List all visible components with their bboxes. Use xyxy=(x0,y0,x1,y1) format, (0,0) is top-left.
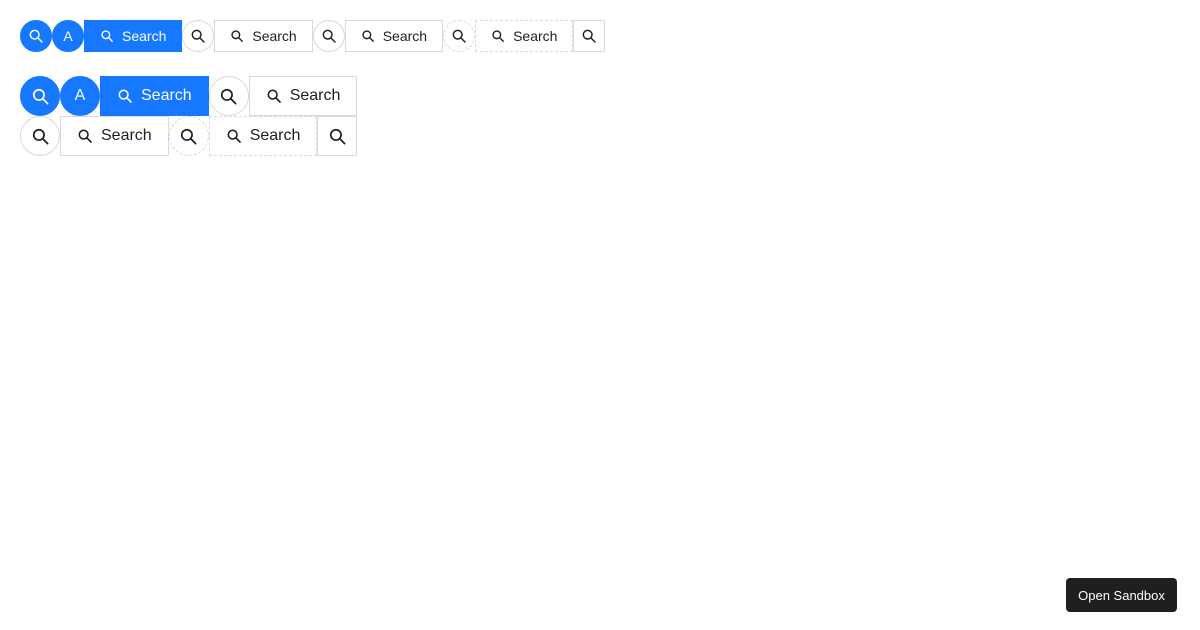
button-demo-canvas: A Search Search Search Search A Search S… xyxy=(0,0,1200,630)
primary-circle-letter-button[interactable]: A xyxy=(52,20,84,52)
primary-circle-search-button[interactable] xyxy=(20,20,52,52)
search-icon xyxy=(328,127,347,146)
search-icon xyxy=(361,29,375,43)
search-icon xyxy=(190,28,206,44)
default-search-button-large-2[interactable]: Search xyxy=(60,116,169,156)
button-label: Search xyxy=(141,87,192,104)
button-label: Search xyxy=(382,28,428,44)
search-icon xyxy=(179,127,198,146)
search-icon xyxy=(77,128,93,144)
search-icon xyxy=(230,29,244,43)
primary-circle-letter-button-large[interactable]: A xyxy=(60,76,100,116)
default-circle-search-button-2[interactable] xyxy=(312,20,345,52)
button-label: Search xyxy=(249,127,301,144)
square-search-button-large[interactable] xyxy=(317,116,358,156)
button-letter: A xyxy=(74,87,86,104)
search-icon xyxy=(31,87,50,106)
primary-search-button-large[interactable]: Search xyxy=(100,76,209,116)
search-icon xyxy=(266,88,282,104)
search-icon xyxy=(117,88,133,104)
search-icon xyxy=(491,29,505,43)
default-circle-search-button-large-2[interactable] xyxy=(20,116,60,156)
button-label: Search xyxy=(101,127,152,144)
button-label: Search xyxy=(289,87,341,104)
search-icon xyxy=(321,28,337,44)
dashed-search-button[interactable]: Search xyxy=(475,20,574,52)
button-label: Search xyxy=(252,28,297,44)
large-buttons-row-2: Search Search xyxy=(20,116,358,156)
dashed-circle-search-button-large[interactable] xyxy=(168,116,209,156)
default-circle-search-button-large[interactable] xyxy=(208,76,249,116)
button-label: Search xyxy=(513,28,558,44)
large-buttons-row-1: A Search Search xyxy=(20,76,358,116)
button-letter: A xyxy=(63,28,73,44)
default-circle-search-button[interactable] xyxy=(182,20,215,52)
small-buttons-row: A Search Search Search Search xyxy=(20,20,606,52)
search-icon xyxy=(219,87,238,106)
dashed-search-button-large[interactable]: Search xyxy=(208,116,318,156)
open-sandbox-button[interactable]: Open Sandbox xyxy=(1066,578,1177,612)
search-icon xyxy=(451,28,467,44)
dashed-circle-search-button[interactable] xyxy=(443,20,476,52)
square-search-button[interactable] xyxy=(573,20,606,52)
primary-search-button[interactable]: Search xyxy=(84,20,183,52)
search-icon xyxy=(581,28,597,44)
search-icon xyxy=(100,29,114,43)
search-icon xyxy=(28,28,44,44)
default-search-button-2[interactable]: Search xyxy=(344,20,444,52)
default-search-button[interactable]: Search xyxy=(214,20,313,52)
primary-circle-search-button-large[interactable] xyxy=(20,76,60,116)
search-icon xyxy=(226,128,242,144)
button-label: Search xyxy=(122,28,167,44)
default-search-button-large[interactable]: Search xyxy=(248,76,358,116)
search-icon xyxy=(31,127,50,146)
